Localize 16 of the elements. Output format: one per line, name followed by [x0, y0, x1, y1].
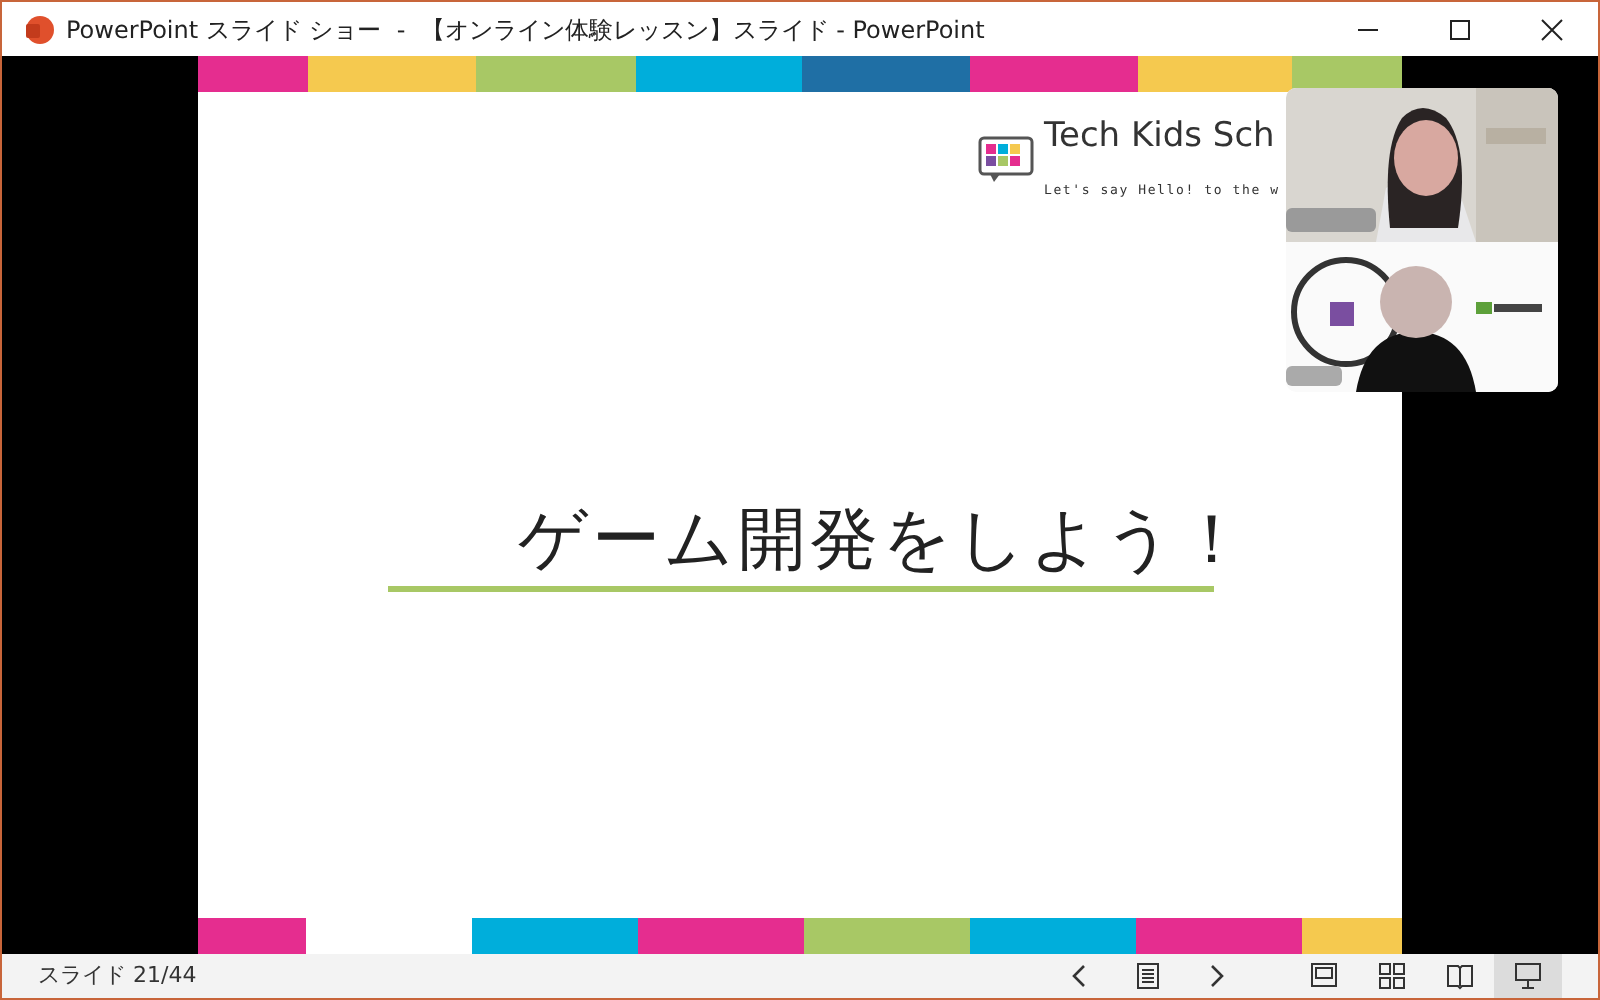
- projector-icon: [1514, 962, 1542, 990]
- book-icon: [1446, 962, 1474, 990]
- normal-view-icon: [1310, 962, 1338, 990]
- logo-title: Tech Kids Sch: [1044, 120, 1275, 154]
- slide-show-button[interactable]: [1494, 954, 1562, 998]
- logo-icon: [978, 136, 1034, 184]
- powerpoint-icon: [22, 13, 54, 45]
- close-icon: [1540, 17, 1564, 41]
- document-icon: [1136, 962, 1160, 990]
- chevron-left-icon: [1070, 964, 1090, 988]
- maximize-icon: [1448, 17, 1472, 41]
- slide-heading: ゲーム開発をしよう！: [518, 500, 1250, 582]
- window-title: PowerPoint スライド ショー - 【オンライン体験レッスン】スライド - PowerPoint: [66, 13, 985, 47]
- slide-counter: スライド 21/44: [38, 959, 197, 992]
- grid-icon: [1378, 962, 1406, 990]
- chevron-right-icon: [1206, 964, 1226, 988]
